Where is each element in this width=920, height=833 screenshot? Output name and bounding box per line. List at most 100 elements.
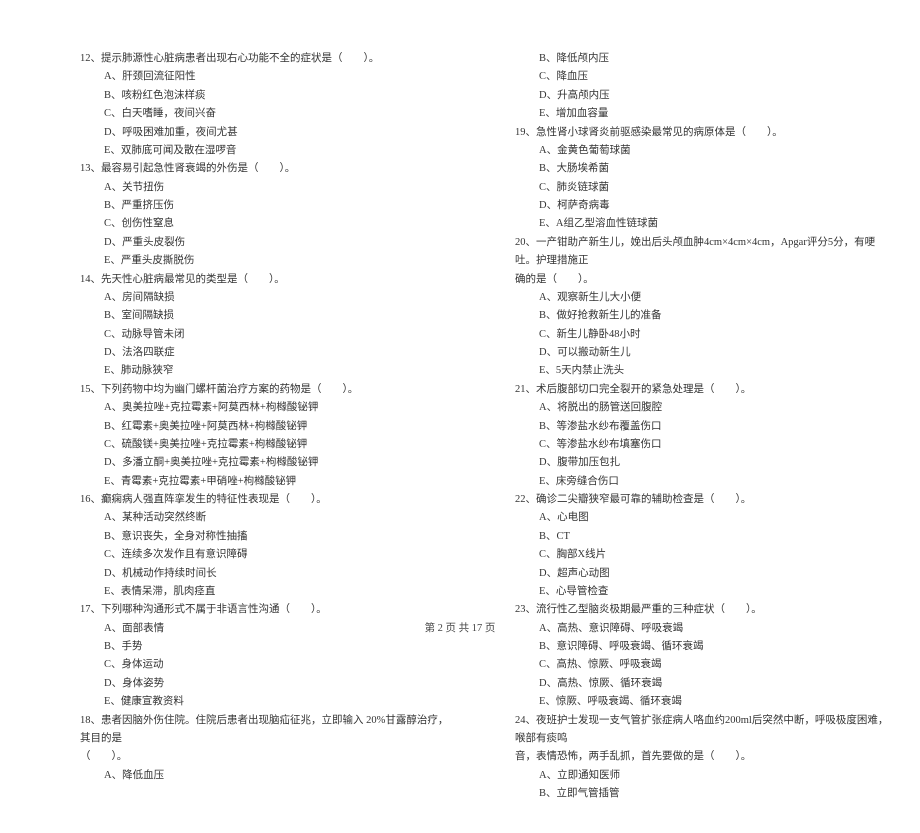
q23-C: C、高热、惊厥、呼吸衰竭 xyxy=(539,656,890,674)
q12-A: A、肝颈回流征阳性 xyxy=(104,68,455,86)
q15-A: A、奥美拉唑+克拉霉素+阿莫西林+枸橼酸铋钾 xyxy=(104,399,455,417)
q19-D: D、柯萨奇病毒 xyxy=(539,197,890,215)
q17-D: D、身体姿势 xyxy=(104,675,455,693)
q17-E: E、健康宣教资料 xyxy=(104,693,455,711)
q19-B: B、大肠埃希菌 xyxy=(539,160,890,178)
q20-stem-cont: 确的是（ ）。 xyxy=(515,271,890,289)
right-column: B、降低颅内压 C、降血压 D、升高颅内压 E、增加血容量 19、急性肾小球肾炎… xyxy=(495,50,890,803)
q15-stem: 15、下列药物中均为幽门螺杆菌治疗方案的药物是（ ）。 xyxy=(80,384,358,395)
q21-D: D、腹带加压包扎 xyxy=(539,454,890,472)
q24-stem: 24、夜班护士发现一支气管扩张症病人咯血约200ml后突然中断，呼吸极度困难，喉… xyxy=(515,715,888,744)
q23-B: B、意识障碍、呼吸衰竭、循环衰竭 xyxy=(539,638,890,656)
question-14: 14、先天性心脏病最常见的类型是（ ）。 A、房间隔缺损 B、室间隔缺损 C、动… xyxy=(80,271,455,381)
q18-stem-cont: （ ）。 xyxy=(80,748,455,766)
q18-B: B、降低颅内压 xyxy=(539,50,890,68)
question-22: 22、确诊二尖瓣狭窄最可靠的辅助检查是（ ）。 A、心电图 B、CT C、胸部X… xyxy=(515,491,890,601)
q16-E: E、表情呆滞，肌肉痉直 xyxy=(104,583,455,601)
q12-options: A、肝颈回流征阳性 B、咳粉红色泡沫样痰 C、白天嗜睡，夜间兴奋 D、呼吸困难加… xyxy=(80,68,455,160)
q19-A: A、金黄色葡萄球菌 xyxy=(539,142,890,160)
q16-B: B、意识丧失，全身对称性抽搐 xyxy=(104,528,455,546)
q19-E: E、A组乙型溶血性链球菌 xyxy=(539,215,890,233)
question-18: 18、患者因脑外伤住院。住院后患者出现脑疝征兆，立即输入 20%甘露醇治疗，其目… xyxy=(80,712,455,786)
q16-stem: 16、癫痫病人强直阵挛发生的特征性表现是（ ）。 xyxy=(80,494,327,505)
q14-options: A、房间隔缺损 B、室间隔缺损 C、动脉导管未闭 D、法洛四联症 E、肺动脉狭窄 xyxy=(80,289,455,381)
q18-stem: 18、患者因脑外伤住院。住院后患者出现脑疝征兆，立即输入 20%甘露醇治疗，其目… xyxy=(80,715,448,744)
q14-C: C、动脉导管未闭 xyxy=(104,326,455,344)
question-15: 15、下列药物中均为幽门螺杆菌治疗方案的药物是（ ）。 A、奥美拉唑+克拉霉素+… xyxy=(80,381,455,491)
q20-B: B、做好抢救新生儿的准备 xyxy=(539,307,890,325)
q13-C: C、创伤性窒息 xyxy=(104,215,455,233)
q20-C: C、新生儿静卧48小时 xyxy=(539,326,890,344)
left-column: 12、提示肺源性心脏病患者出现右心功能不全的症状是（ ）。 A、肝颈回流征阳性 … xyxy=(30,50,455,803)
question-21: 21、术后腹部切口完全裂开的紧急处理是（ ）。 A、将脱出的肠管送回腹腔 B、等… xyxy=(515,381,890,491)
q13-options: A、关节扭伤 B、严重挤压伤 C、创伤性窒息 D、严重头皮裂伤 E、严重头皮撕脱… xyxy=(80,179,455,271)
q24-B: B、立即气管插管 xyxy=(539,785,890,803)
q15-E: E、青霉素+克拉霉素+甲硝唑+枸橼酸铋钾 xyxy=(104,473,455,491)
q14-B: B、室间隔缺损 xyxy=(104,307,455,325)
q18-options-right: B、降低颅内压 C、降血压 D、升高颅内压 E、增加血容量 xyxy=(515,50,890,124)
q14-A: A、房间隔缺损 xyxy=(104,289,455,307)
q22-options: A、心电图 B、CT C、胸部X线片 D、超声心动图 E、心导管检查 xyxy=(515,509,890,601)
q15-B: B、红霉素+奥美拉唑+阿莫西林+枸橼酸铋钾 xyxy=(104,418,455,436)
q20-D: D、可以搬动新生儿 xyxy=(539,344,890,362)
q24-stem-cont: 音，表情恐怖，两手乱抓，首先要做的是（ ）。 xyxy=(515,748,890,766)
q16-A: A、某种活动突然终断 xyxy=(104,509,455,527)
q16-C: C、连续多次发作且有意识障碍 xyxy=(104,546,455,564)
question-17: 17、下列哪种沟通形式不属于非语言性沟通（ ）。 A、面部表情 B、手势 C、身… xyxy=(80,601,455,711)
q23-stem: 23、流行性乙型脑炎极期最严重的三种症状（ ）。 xyxy=(515,604,762,615)
q13-E: E、严重头皮撕脱伤 xyxy=(104,252,455,270)
q15-D: D、多潘立酮+奥美拉唑+克拉霉素+枸橼酸铋钾 xyxy=(104,454,455,472)
q15-C: C、硫酸镁+奥美拉唑+克拉霉素+枸橼酸铋钾 xyxy=(104,436,455,454)
q22-stem: 22、确诊二尖瓣狭窄最可靠的辅助检查是（ ）。 xyxy=(515,494,751,505)
question-19: 19、急性肾小球肾炎前驱感染最常见的病原体是（ ）。 A、金黄色葡萄球菌 B、大… xyxy=(515,124,890,234)
q15-options: A、奥美拉唑+克拉霉素+阿莫西林+枸橼酸铋钾 B、红霉素+奥美拉唑+阿莫西林+枸… xyxy=(80,399,455,491)
q18-C: C、降血压 xyxy=(539,68,890,86)
q24-A: A、立即通知医师 xyxy=(539,767,890,785)
q22-E: E、心导管检查 xyxy=(539,583,890,601)
q20-A: A、观察新生儿大小便 xyxy=(539,289,890,307)
q23-D: D、高热、惊厥、循环衰竭 xyxy=(539,675,890,693)
q13-D: D、严重头皮裂伤 xyxy=(104,234,455,252)
q17-stem: 17、下列哪种沟通形式不属于非语言性沟通（ ）。 xyxy=(80,604,327,615)
q20-stem: 20、一产钳助产新生儿，娩出后头颅血肿4cm×4cm×4cm，Apgar评分5分… xyxy=(515,237,875,266)
q13-A: A、关节扭伤 xyxy=(104,179,455,197)
q17-C: C、身体运动 xyxy=(104,656,455,674)
q12-C: C、白天嗜睡，夜间兴奋 xyxy=(104,105,455,123)
question-23: 23、流行性乙型脑炎极期最严重的三种症状（ ）。 A、高热、意识障碍、呼吸衰竭 … xyxy=(515,601,890,711)
q18-E: E、增加血容量 xyxy=(539,105,890,123)
q20-options: A、观察新生儿大小便 B、做好抢救新生儿的准备 C、新生儿静卧48小时 D、可以… xyxy=(515,289,890,381)
q14-E: E、肺动脉狭窄 xyxy=(104,362,455,380)
q16-options: A、某种活动突然终断 B、意识丧失，全身对称性抽搐 C、连续多次发作且有意识障碍… xyxy=(80,509,455,601)
q19-options: A、金黄色葡萄球菌 B、大肠埃希菌 C、肺炎链球菌 D、柯萨奇病毒 E、A组乙型… xyxy=(515,142,890,234)
q21-C: C、等渗盐水纱布填塞伤口 xyxy=(539,436,890,454)
q21-stem: 21、术后腹部切口完全裂开的紧急处理是（ ）。 xyxy=(515,384,751,395)
q19-C: C、肺炎链球菌 xyxy=(539,179,890,197)
q14-stem: 14、先天性心脏病最常见的类型是（ ）。 xyxy=(80,274,285,285)
q21-options: A、将脱出的肠管送回腹腔 B、等渗盐水纱布覆盖伤口 C、等渗盐水纱布填塞伤口 D… xyxy=(515,399,890,491)
q19-stem: 19、急性肾小球肾炎前驱感染最常见的病原体是（ ）。 xyxy=(515,127,783,138)
q22-D: D、超声心动图 xyxy=(539,565,890,583)
q13-stem: 13、最容易引起急性肾衰竭的外伤是（ ）。 xyxy=(80,163,295,174)
q12-E: E、双肺底可闻及散在湿啰音 xyxy=(104,142,455,160)
q20-E: E、5天内禁止洗头 xyxy=(539,362,890,380)
page-footer: 第 2 页 共 17 页 xyxy=(0,620,920,635)
question-24: 24、夜班护士发现一支气管扩张症病人咯血约200ml后突然中断，呼吸极度困难，喉… xyxy=(515,712,890,804)
q21-A: A、将脱出的肠管送回腹腔 xyxy=(539,399,890,417)
q12-stem: 12、提示肺源性心脏病患者出现右心功能不全的症状是（ ）。 xyxy=(80,53,379,64)
question-16: 16、癫痫病人强直阵挛发生的特征性表现是（ ）。 A、某种活动突然终断 B、意识… xyxy=(80,491,455,601)
q18-A: A、降低血压 xyxy=(104,767,455,785)
q14-D: D、法洛四联症 xyxy=(104,344,455,362)
q12-D: D、呼吸困难加重，夜间尤甚 xyxy=(104,124,455,142)
q16-D: D、机械动作持续时间长 xyxy=(104,565,455,583)
question-12: 12、提示肺源性心脏病患者出现右心功能不全的症状是（ ）。 A、肝颈回流征阳性 … xyxy=(80,50,455,160)
question-13: 13、最容易引起急性肾衰竭的外伤是（ ）。 A、关节扭伤 B、严重挤压伤 C、创… xyxy=(80,160,455,270)
q18-options-left: A、降低血压 xyxy=(80,767,455,785)
page-container: 12、提示肺源性心脏病患者出现右心功能不全的症状是（ ）。 A、肝颈回流征阳性 … xyxy=(0,0,920,833)
q18-D: D、升高颅内压 xyxy=(539,87,890,105)
q24-options: A、立即通知医师 B、立即气管插管 xyxy=(515,767,890,804)
q22-A: A、心电图 xyxy=(539,509,890,527)
q13-B: B、严重挤压伤 xyxy=(104,197,455,215)
q21-E: E、床旁缝合伤口 xyxy=(539,473,890,491)
q17-B: B、手势 xyxy=(104,638,455,656)
q12-B: B、咳粉红色泡沫样痰 xyxy=(104,87,455,105)
